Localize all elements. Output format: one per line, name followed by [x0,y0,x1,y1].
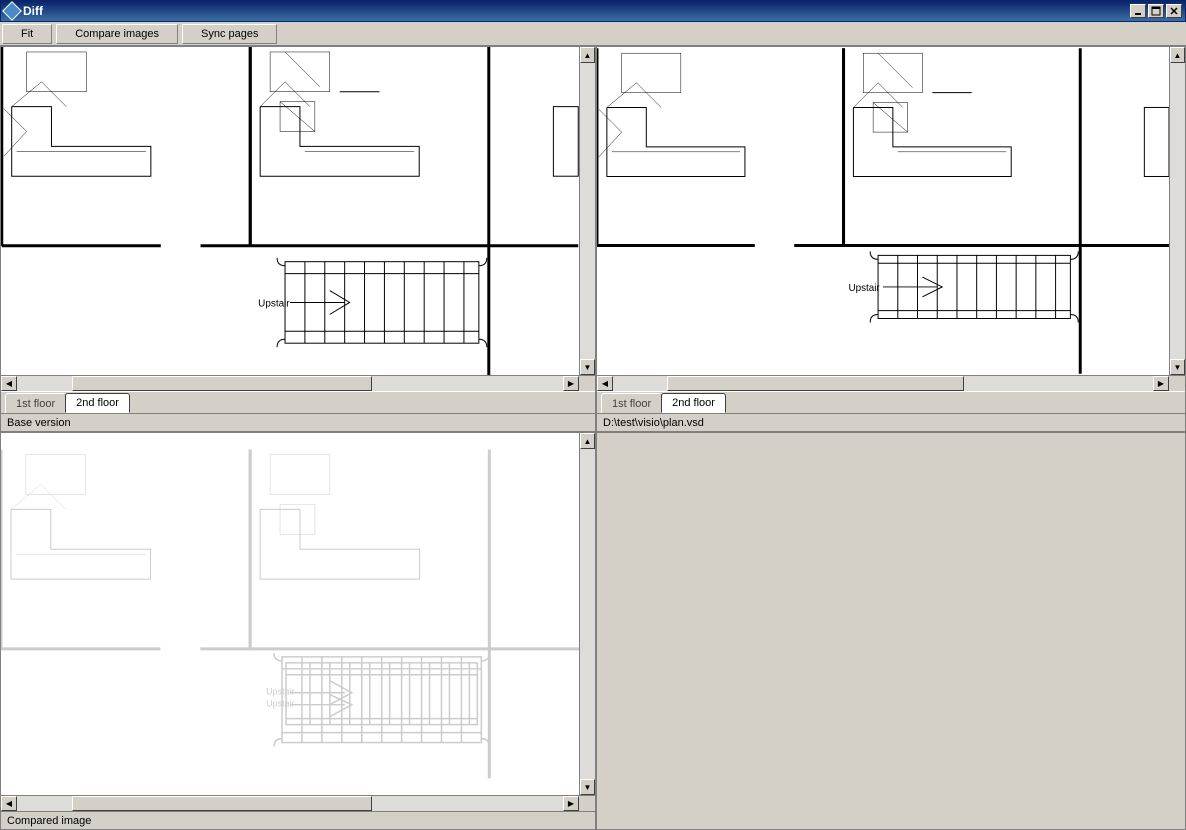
pane-top-left: Upstair ▲ ▼ ◀ ▶ 1st floor 2nd floor Base… [0,46,596,432]
main-grid: Upstair ▲ ▼ ◀ ▶ 1st floor 2nd floor Base… [0,46,1186,830]
minimize-button[interactable] [1130,4,1146,18]
scroll-thumb[interactable] [667,376,964,391]
toolbar: Fit Compare images Sync pages [0,22,1186,46]
maximize-button[interactable] [1148,4,1164,18]
scroll-thumb[interactable] [72,796,372,811]
app-icon [2,1,22,21]
tab-2nd-floor[interactable]: 2nd floor [661,393,726,413]
tab-1st-floor[interactable]: 1st floor [5,393,66,413]
vertical-scrollbar[interactable]: ▲ ▼ [1169,47,1185,375]
close-button[interactable] [1166,4,1182,18]
upstair-label: Upstair [258,298,290,309]
canvas-wrap: Upstair Upstair ▲ ▼ [1,433,595,795]
horizontal-scrollbar[interactable]: ◀ ▶ [1,375,595,391]
sync-pages-button[interactable]: Sync pages [182,24,277,44]
scroll-down-button[interactable]: ▼ [580,779,595,795]
scroll-left-button[interactable]: ◀ [597,376,613,391]
pane-bottom-right [596,432,1186,830]
tab-2nd-floor[interactable]: 2nd floor [65,393,130,413]
scroll-up-button[interactable]: ▲ [580,47,595,63]
scroll-up-button[interactable]: ▲ [580,433,595,449]
floorplan-canvas-base[interactable]: Upstair [1,47,579,375]
scroll-corner [1169,376,1185,391]
floorplan-canvas-diff[interactable]: Upstair Upstair [1,433,579,795]
upstair-label: Upstair [848,283,880,294]
scroll-right-button[interactable]: ▶ [563,376,579,391]
tab-1st-floor[interactable]: 1st floor [601,393,662,413]
canvas-wrap: Upstair ▲ ▼ [1,47,595,375]
pane-label: Compared image [1,811,595,829]
scroll-thumb[interactable] [72,376,372,391]
floorplan-canvas-file[interactable]: Upstair [597,47,1169,375]
scroll-corner [579,376,595,391]
floorplan-svg: Upstair [1,47,579,375]
scroll-corner [579,796,595,811]
scroll-down-button[interactable]: ▼ [580,359,595,375]
horizontal-scrollbar[interactable]: ◀ ▶ [597,375,1185,391]
vertical-scrollbar[interactable]: ▲ ▼ [579,433,595,795]
pane-label: Base version [1,413,595,431]
floorplan-svg: Upstair [597,47,1169,375]
pane-bottom-left: Upstair Upstair ▲ ▼ ◀ ▶ Compared image [0,432,596,830]
scroll-track[interactable] [17,796,563,811]
upstair-diff-label-1: Upstair [266,687,294,697]
compare-images-button[interactable]: Compare images [56,24,178,44]
scroll-down-button[interactable]: ▼ [1170,359,1185,375]
pane-top-right: Upstair ▲ ▼ ◀ ▶ 1st floor 2nd floor D:\t… [596,46,1186,432]
scroll-right-button[interactable]: ▶ [1153,376,1169,391]
scroll-track[interactable] [17,376,563,391]
vertical-scrollbar[interactable]: ▲ ▼ [579,47,595,375]
floorplan-diff-svg: Upstair Upstair [1,433,579,795]
canvas-wrap: Upstair ▲ ▼ [597,47,1185,375]
pane-path-label: D:\test\visio\plan.vsd [597,413,1185,431]
scroll-right-button[interactable]: ▶ [563,796,579,811]
tabs-row: 1st floor 2nd floor [1,391,595,413]
scroll-track[interactable] [613,376,1153,391]
window-title: Diff [23,4,1130,18]
upstair-diff-label-2: Upstair [266,699,294,709]
scroll-track[interactable] [1170,63,1185,359]
scroll-left-button[interactable]: ◀ [1,796,17,811]
scroll-track[interactable] [580,449,595,779]
titlebar: Diff [0,0,1186,22]
horizontal-scrollbar[interactable]: ◀ ▶ [1,795,595,811]
fit-button[interactable]: Fit [2,24,52,44]
window-controls [1130,4,1182,18]
scroll-track[interactable] [580,63,595,359]
scroll-left-button[interactable]: ◀ [1,376,17,391]
scroll-up-button[interactable]: ▲ [1170,47,1185,63]
tabs-row: 1st floor 2nd floor [597,391,1185,413]
